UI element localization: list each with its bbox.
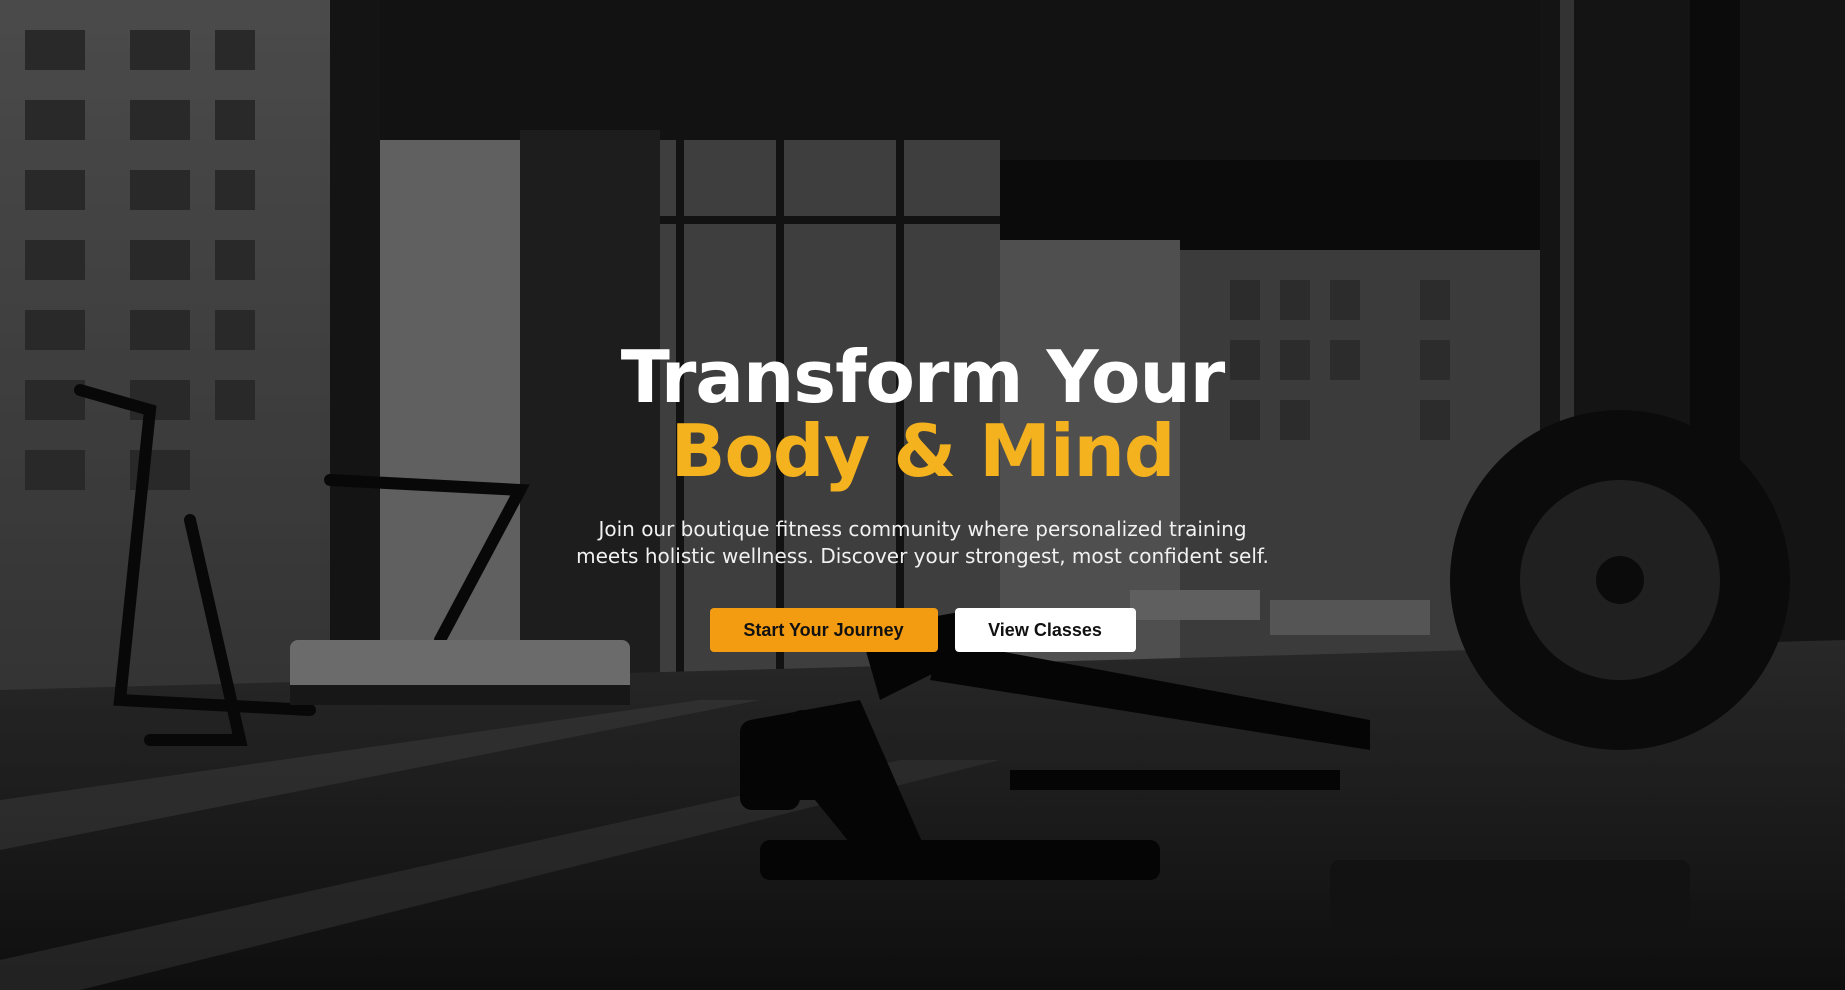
hero-content: Transform Your Body & Mind Join our bout…	[0, 340, 1845, 652]
hero-headline: Transform Your Body & Mind	[0, 340, 1845, 488]
start-journey-button[interactable]: Start Your Journey	[709, 608, 938, 652]
hero-subtitle: Join our boutique fitness community wher…	[576, 517, 1269, 568]
headline-line-1: Transform Your	[620, 335, 1226, 419]
headline-line-2: Body & Mind	[670, 409, 1176, 493]
view-classes-button[interactable]: View Classes	[954, 608, 1136, 652]
hero-section: Transform Your Body & Mind Join our bout…	[0, 0, 1845, 990]
cta-button-group: Start Your Journey View Classes	[0, 608, 1845, 652]
